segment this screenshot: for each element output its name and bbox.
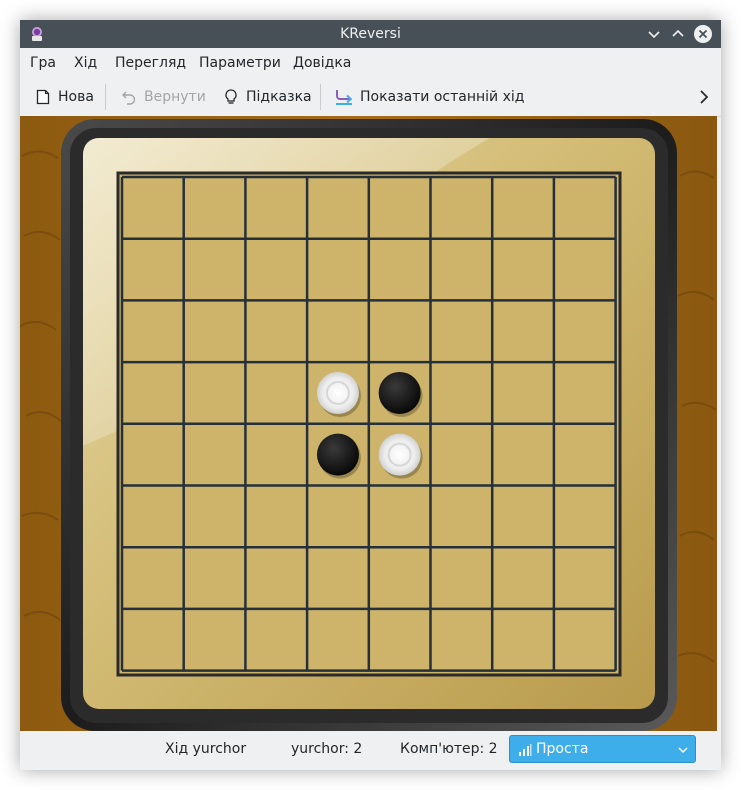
app-window: KReversi Гра Хід Перегляд Параметри Дові… <box>20 20 721 770</box>
hint-button[interactable]: Підказка <box>222 78 312 116</box>
minimize-icon[interactable] <box>644 24 664 44</box>
player-score: yurchor: 2 <box>291 741 363 757</box>
menu-view[interactable]: Перегляд <box>115 48 186 78</box>
menu-bar: Гра Хід Перегляд Параметри Довідка <box>20 48 721 78</box>
undo-label: Вернути <box>144 89 206 105</box>
menu-move[interactable]: Хід <box>74 48 97 78</box>
chevron-down-icon <box>678 747 688 754</box>
game-board-area[interactable] <box>20 116 717 731</box>
menu-help[interactable]: Довідка <box>293 48 351 78</box>
close-icon[interactable] <box>693 24 713 44</box>
new-game-button[interactable]: Нова <box>34 78 94 116</box>
chevron-right-icon[interactable] <box>694 87 714 107</box>
computer-score: Комп'ютер: 2 <box>400 741 498 757</box>
new-game-label: Нова <box>58 89 94 105</box>
turn-status: Хід yurchor <box>165 741 247 757</box>
difficulty-bars-icon <box>519 744 532 756</box>
lightbulb-icon <box>225 89 237 104</box>
difficulty-select[interactable]: Проста <box>509 735 696 763</box>
menu-game[interactable]: Гра <box>30 48 56 78</box>
hint-label: Підказка <box>246 89 312 105</box>
reversi-board[interactable] <box>20 116 717 731</box>
toolbar-separator <box>105 84 106 110</box>
maximize-icon[interactable] <box>668 24 688 44</box>
difficulty-label: Проста <box>536 741 589 757</box>
last-move-icon <box>336 90 353 105</box>
menu-settings[interactable]: Параметри <box>199 48 281 78</box>
title-bar[interactable]: KReversi <box>20 20 721 48</box>
toolbar-separator <box>320 84 321 110</box>
toolbar: Нова Вернути Підказка Показати останній … <box>20 78 721 117</box>
undo-button[interactable]: Вернути <box>120 78 206 116</box>
show-last-move-button[interactable]: Показати останній хід <box>334 78 524 116</box>
new-document-icon <box>36 89 50 105</box>
window-title: KReversi <box>340 26 401 42</box>
status-bar: Хід yurchor yurchor: 2 Комп'ютер: 2 Прос… <box>20 731 721 770</box>
last-move-label: Показати останній хід <box>360 89 525 105</box>
undo-icon <box>122 91 136 105</box>
